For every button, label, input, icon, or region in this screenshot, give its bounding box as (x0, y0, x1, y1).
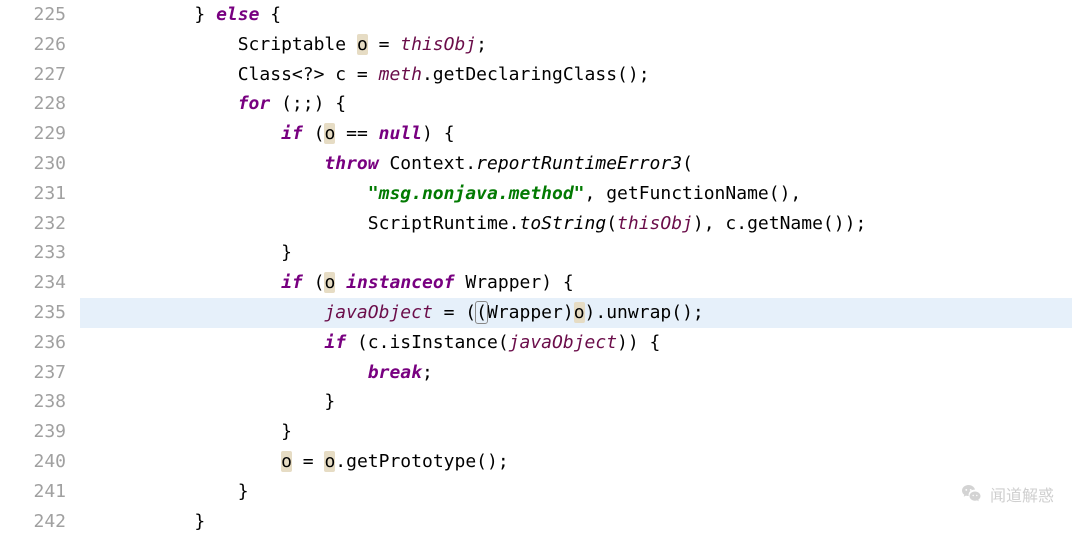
line-number: 235 (0, 298, 80, 328)
code-editor: 225 } else {226 Scriptable o = thisObj;2… (0, 0, 1072, 536)
line-number: 237 (0, 358, 80, 388)
line-number: 226 (0, 30, 80, 60)
line-number: 234 (0, 268, 80, 298)
code-line: 240 o = o.getPrototype(); (0, 447, 1072, 477)
code-content: } (80, 417, 1072, 447)
line-number: 225 (0, 0, 80, 30)
line-number: 229 (0, 119, 80, 149)
code-content: } (80, 238, 1072, 268)
line-number: 240 (0, 447, 80, 477)
code-line: 232 ScriptRuntime.toString(thisObj), c.g… (0, 209, 1072, 239)
code-content: break; (80, 358, 1072, 388)
code-line: 225 } else { (0, 0, 1072, 30)
line-number: 242 (0, 507, 80, 537)
line-number: 238 (0, 387, 80, 417)
code-line: 237 break; (0, 358, 1072, 388)
watermark: 闻道解惑 (960, 482, 1054, 506)
code-content: "msg.nonjava.method", getFunctionName(), (80, 179, 1072, 209)
line-number: 241 (0, 477, 80, 507)
line-number: 231 (0, 179, 80, 209)
code-content: Scriptable o = thisObj; (80, 30, 1072, 60)
watermark-text: 闻道解惑 (990, 482, 1054, 506)
code-content: } (80, 387, 1072, 417)
code-line: 229 if (o == null) { (0, 119, 1072, 149)
code-line: 238 } (0, 387, 1072, 417)
code-line: 227 Class<?> c = meth.getDeclaringClass(… (0, 60, 1072, 90)
code-content: if (o instanceof Wrapper) { (80, 268, 1072, 298)
code-line: 226 Scriptable o = thisObj; (0, 30, 1072, 60)
line-number: 236 (0, 328, 80, 358)
code-line: 228 for (;;) { (0, 89, 1072, 119)
wechat-icon (960, 482, 984, 506)
line-number: 239 (0, 417, 80, 447)
code-content: } (80, 507, 1072, 537)
code-line: 235 javaObject = ((Wrapper)o).unwrap(); (0, 298, 1072, 328)
line-number: 233 (0, 238, 80, 268)
code-content: ScriptRuntime.toString(thisObj), c.getNa… (80, 209, 1072, 239)
code-content: javaObject = ((Wrapper)o).unwrap(); (80, 298, 1072, 328)
code-content: } else { (80, 0, 1072, 30)
code-line: 230 throw Context.reportRuntimeError3( (0, 149, 1072, 179)
line-number: 228 (0, 89, 80, 119)
code-line: 236 if (c.isInstance(javaObject)) { (0, 328, 1072, 358)
line-number: 232 (0, 209, 80, 239)
code-line: 239 } (0, 417, 1072, 447)
line-number: 230 (0, 149, 80, 179)
line-number: 227 (0, 60, 80, 90)
code-content: if (o == null) { (80, 119, 1072, 149)
code-content: if (c.isInstance(javaObject)) { (80, 328, 1072, 358)
code-content: o = o.getPrototype(); (80, 447, 1072, 477)
code-content: Class<?> c = meth.getDeclaringClass(); (80, 60, 1072, 90)
code-line: 231 "msg.nonjava.method", getFunctionNam… (0, 179, 1072, 209)
code-content: } (80, 477, 1072, 507)
code-line: 242 } (0, 507, 1072, 537)
code-line: 233 } (0, 238, 1072, 268)
code-content: throw Context.reportRuntimeError3( (80, 149, 1072, 179)
code-line: 234 if (o instanceof Wrapper) { (0, 268, 1072, 298)
code-line: 241 } (0, 477, 1072, 507)
code-content: for (;;) { (80, 89, 1072, 119)
